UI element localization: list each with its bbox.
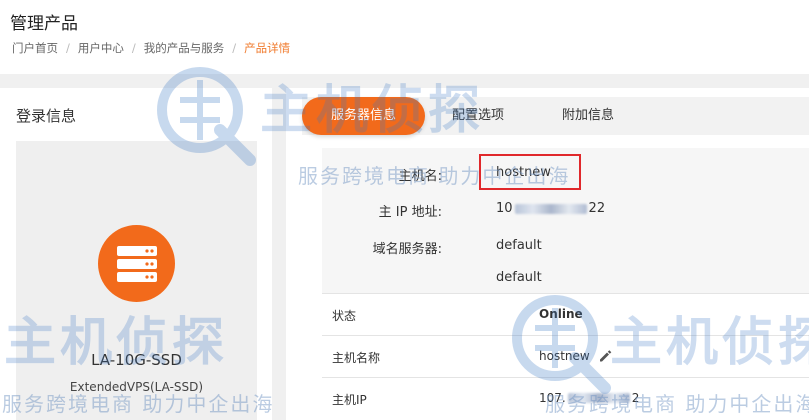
breadcrumb-separator: / bbox=[66, 41, 70, 55]
login-info-card: 登录信息 LA-10G-SSD ExtendedVPS(LA-SSD) bbox=[0, 88, 272, 420]
product-name: LA-10G-SSD bbox=[91, 351, 182, 369]
nameserver-1: default bbox=[496, 238, 542, 253]
redacted-mask bbox=[567, 393, 630, 403]
status-label: 状态 bbox=[332, 309, 357, 323]
product-plan: ExtendedVPS(LA-SSD) bbox=[69, 380, 204, 394]
primary-ip-label: 主 IP 地址: bbox=[378, 205, 442, 220]
edit-pencil-icon[interactable] bbox=[598, 349, 612, 363]
product-detail-card: 服务器信息 配置选项 附加信息 主机名: hostnew 主 IP 地址: 10… bbox=[286, 88, 809, 420]
tab-config-options[interactable]: 配置选项 bbox=[452, 97, 504, 135]
table-row: 状态 Online bbox=[322, 293, 809, 335]
product-box: LA-10G-SSD ExtendedVPS(LA-SSD) bbox=[16, 141, 257, 420]
redacted-mask bbox=[514, 203, 587, 214]
breadcrumb-my-products[interactable]: 我的产品与服务 bbox=[144, 40, 225, 56]
breadcrumb-separator: / bbox=[232, 41, 237, 55]
hostname-label: 主机名: bbox=[398, 169, 442, 184]
page-header: 管理产品 门户首页 / 用户中心 / 我的产品与服务 / 产品详情 bbox=[0, 0, 809, 74]
nameserver-2: default bbox=[496, 270, 542, 285]
table-row: 主机IP 107. 2 bbox=[322, 377, 809, 419]
server-icon bbox=[98, 225, 175, 302]
hostname-highlight-box bbox=[479, 154, 581, 190]
breadcrumb-separator: / bbox=[131, 41, 136, 55]
host-ip-prefix: 107. bbox=[539, 391, 566, 405]
tab-additional-info[interactable]: 附加信息 bbox=[562, 97, 614, 135]
tab-server-info[interactable]: 服务器信息 bbox=[302, 97, 425, 135]
table-row: 主机名称 hostnew bbox=[322, 335, 809, 377]
host-ip-suffix: 2 bbox=[631, 391, 640, 405]
primary-ip-suffix: 22 bbox=[588, 201, 606, 216]
host-name-label: 主机名称 bbox=[332, 351, 381, 365]
login-info-title: 登录信息 bbox=[16, 107, 77, 125]
host-ip-value: 107. 2 bbox=[539, 391, 639, 405]
breadcrumb-home[interactable]: 门户首页 bbox=[12, 40, 58, 56]
host-name-value: hostnew bbox=[539, 349, 590, 363]
page-title: 管理产品 bbox=[10, 14, 78, 34]
primary-ip-prefix: 10 bbox=[496, 201, 513, 216]
breadcrumb-current: 产品详情 bbox=[244, 41, 291, 55]
host-name-cell: hostnew bbox=[539, 349, 612, 363]
breadcrumb: 门户首页 / 用户中心 / 我的产品与服务 / 产品详情 bbox=[12, 40, 290, 56]
tabs-bar: 服务器信息 配置选项 附加信息 bbox=[302, 97, 809, 135]
status-badge: Online bbox=[539, 307, 583, 321]
primary-ip-value: 10 22 bbox=[496, 201, 605, 216]
breadcrumb-user-center[interactable]: 用户中心 bbox=[78, 40, 124, 56]
server-status-table: 状态 Online 主机名称 hostnew 主机IP 107. 2 bbox=[322, 293, 809, 419]
host-ip-label: 主机IP bbox=[332, 393, 367, 407]
nameserver-label: 域名服务器: bbox=[372, 242, 442, 257]
